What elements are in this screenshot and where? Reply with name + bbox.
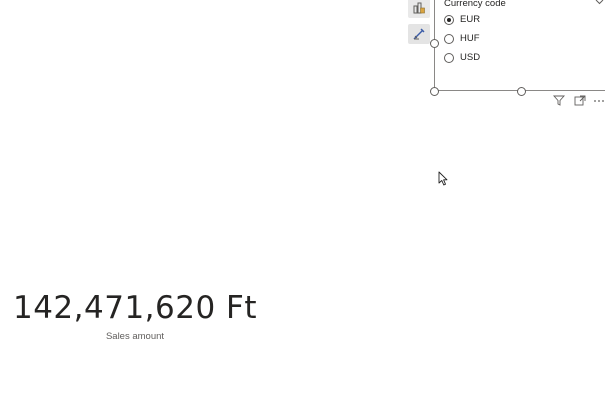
radio-unselected[interactable]	[444, 52, 454, 63]
sales-amount-value: 142,471,620 Ft	[12, 290, 258, 326]
currency-slicer[interactable]: Currency code EUR HUF USD	[434, 0, 605, 91]
slicer-option-huf[interactable]: HUF	[444, 33, 480, 44]
build-visual-icon	[413, 2, 425, 14]
resize-handle-left[interactable]	[430, 39, 439, 48]
slicer-option-label: EUR	[460, 14, 481, 25]
radio-selected[interactable]	[444, 14, 454, 25]
slicer-title: Currency code	[444, 0, 506, 9]
more-options-button[interactable]	[593, 95, 605, 106]
resize-handle-bottom-left[interactable]	[430, 87, 439, 96]
slicer-option-label: USD	[460, 52, 481, 63]
format-visual-icon	[413, 28, 425, 40]
filter-icon	[553, 95, 565, 106]
resize-handle-bottom[interactable]	[517, 87, 526, 96]
mouse-cursor-icon	[438, 171, 448, 186]
filter-button[interactable]	[553, 95, 565, 106]
slicer-option-usd[interactable]: USD	[444, 52, 480, 63]
build-visual-button[interactable]	[408, 0, 430, 18]
focus-mode-button[interactable]	[574, 95, 586, 106]
more-options-icon	[594, 100, 604, 102]
slicer-option-eur[interactable]: EUR	[444, 14, 480, 25]
format-visual-button[interactable]	[408, 24, 430, 44]
chevron-down-icon[interactable]	[595, 0, 604, 5]
slicer-option-label: HUF	[460, 33, 480, 44]
radio-unselected[interactable]	[444, 33, 454, 44]
sales-amount-label: Sales amount	[105, 331, 165, 342]
focus-mode-icon	[574, 95, 586, 106]
